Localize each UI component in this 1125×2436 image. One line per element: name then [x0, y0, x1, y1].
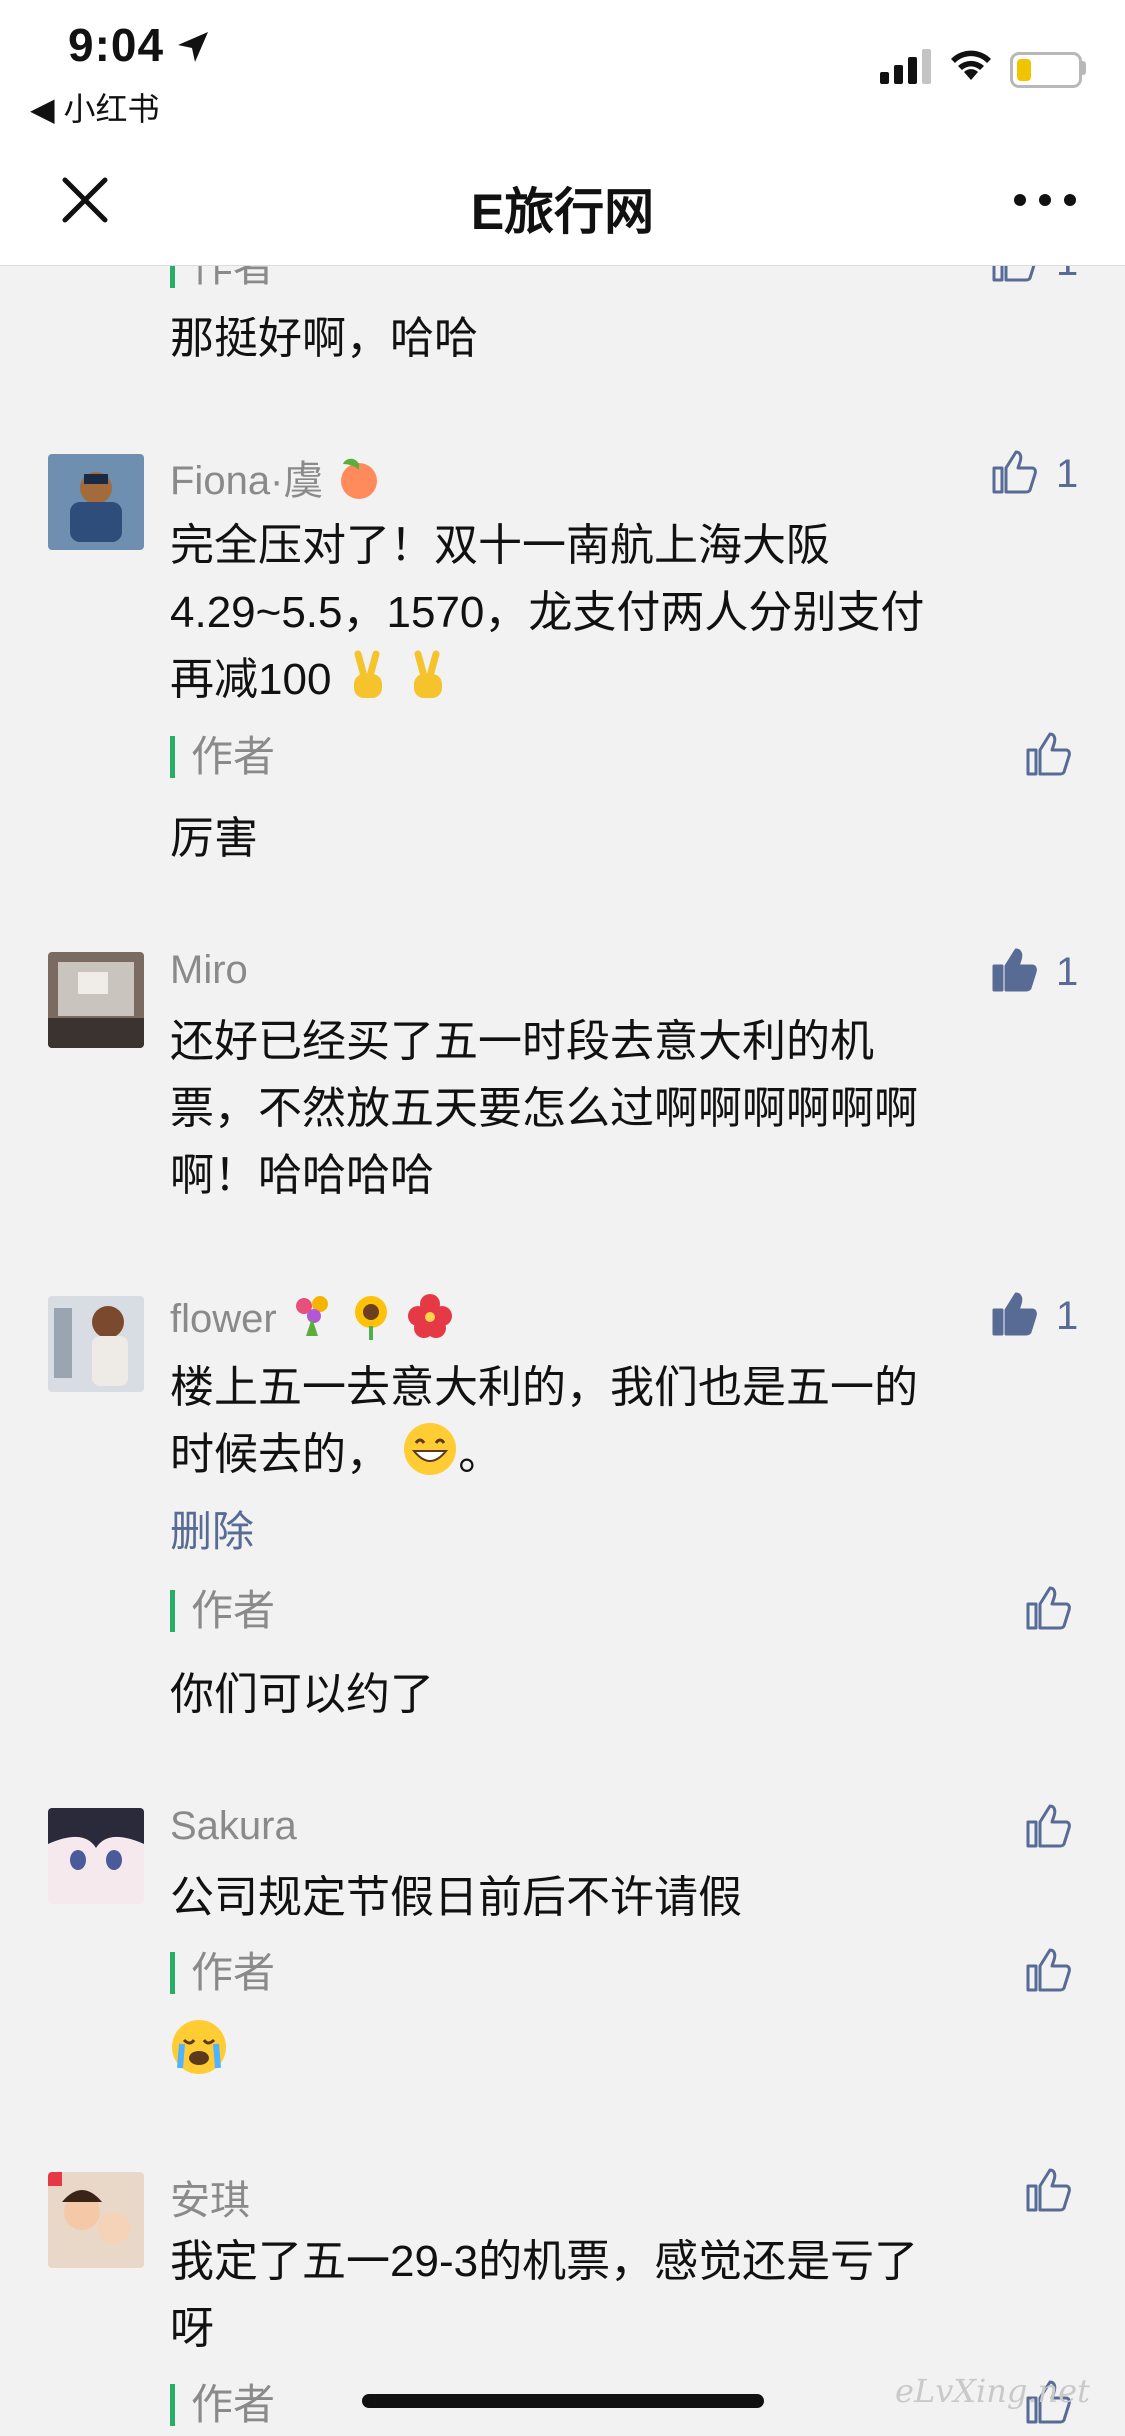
thumbs-up-icon: [1026, 1804, 1071, 1848]
avatar[interactable]: [48, 1296, 144, 1392]
home-indicator[interactable]: [362, 2394, 764, 2408]
comment-text: 我定了五一29-3的机票，感觉还是亏了 呀: [170, 2237, 919, 2353]
like-count: 1: [1056, 266, 1078, 285]
like-count: 1: [1056, 452, 1079, 496]
like-button[interactable]: [1024, 2166, 1125, 2226]
status-time: 9:04: [68, 19, 165, 71]
like-count: 1: [1056, 1294, 1079, 1338]
commenter-name[interactable]: Miro: [170, 948, 248, 993]
avatar[interactable]: [48, 952, 144, 1048]
author-like-button[interactable]: [1024, 730, 1125, 790]
navigation-bar: E旅行网: [0, 150, 1125, 266]
sunflower-emoji-icon: [354, 1296, 387, 1340]
watermark: eLvXing.net: [895, 2372, 1090, 2410]
comment-text: 完全压对了！双十一南航上海大阪 4.29~5.5，1570，龙支付两人分别支付 …: [170, 521, 925, 704]
like-count: 1: [1056, 950, 1079, 994]
thumbs-up-icon: [1026, 1948, 1071, 1992]
commenter-name[interactable]: Fiona·虞: [170, 448, 383, 506]
commenter-name[interactable]: 安琪: [170, 2168, 250, 2226]
more-icon[interactable]: [1010, 175, 1080, 225]
victory-hand-emoji-icon: [353, 650, 382, 698]
avatar[interactable]: [48, 1808, 144, 1904]
bouquet-emoji-icon: [295, 1296, 328, 1336]
comment-text: 还好已经买了五一时段去意大利的机 票，不然放五天要怎么过啊啊啊啊啊啊 啊！哈哈哈…: [170, 1017, 918, 1200]
comment-text: 公司规定节假日前后不许请假: [170, 1873, 742, 1922]
victory-hand-emoji-icon: [413, 650, 442, 698]
like-button[interactable]: 1: [990, 266, 1100, 296]
grinning-face-emoji-icon: [404, 1423, 457, 1475]
thumbs-up-icon: [1026, 732, 1071, 776]
status-bar: 9:04 ◀ 小红书: [0, 0, 1125, 150]
thumbs-up-filled-icon: [992, 1292, 1037, 1336]
reply-text: 你们可以约了: [170, 1670, 434, 1719]
crying-face-emoji-icon: [172, 2020, 226, 2074]
author-like-button[interactable]: [1024, 1584, 1125, 1644]
signal-icon: [880, 49, 931, 84]
commenter-name[interactable]: Sakura: [170, 1804, 297, 1849]
comments-list: 作者 1 那挺好啊，哈哈 Fiona·虞 1 完全压对了！双十一南航上海大阪 4: [0, 266, 1125, 2436]
author-label: 作者: [170, 1952, 275, 1994]
like-button[interactable]: 1: [990, 1290, 1100, 1350]
thumbs-up-icon: [992, 450, 1037, 494]
location-arrow-icon: [178, 32, 208, 62]
peach-emoji-icon: [340, 458, 377, 499]
author-label: 作者: [170, 736, 275, 778]
commenter-name[interactable]: flower: [170, 1292, 454, 1342]
like-button[interactable]: 1: [990, 946, 1100, 1006]
author-label: 作者: [170, 1590, 275, 1632]
like-button[interactable]: 1: [990, 448, 1100, 508]
like-button[interactable]: [1024, 1802, 1125, 1862]
battery-icon: [1010, 52, 1082, 88]
delete-link[interactable]: 删除: [170, 1498, 254, 1559]
author-label: 作者: [170, 266, 275, 288]
avatar[interactable]: [48, 454, 144, 550]
author-like-button[interactable]: [1024, 1946, 1125, 2006]
avatar[interactable]: [48, 2172, 144, 2268]
back-to-app-link[interactable]: ◀ 小红书: [30, 84, 160, 130]
author-label: 作者: [170, 2384, 275, 2426]
thumbs-up-filled-icon: [992, 948, 1037, 992]
thumbs-up-icon: [1026, 1586, 1071, 1630]
reply-text: 那挺好啊，哈哈: [170, 314, 478, 363]
reply-text: 厉害: [170, 814, 258, 863]
wifi-icon: [951, 50, 991, 80]
page-title: E旅行网: [470, 184, 655, 240]
battery-cap: [1081, 61, 1086, 75]
hibiscus-emoji-icon: [408, 1294, 453, 1338]
thumbs-up-icon: [1026, 2168, 1071, 2212]
comment-text: 楼上五一去意大利的，我们也是五一的 时候去的， 。: [170, 1363, 918, 1479]
thumbs-up-icon: [992, 266, 1036, 282]
